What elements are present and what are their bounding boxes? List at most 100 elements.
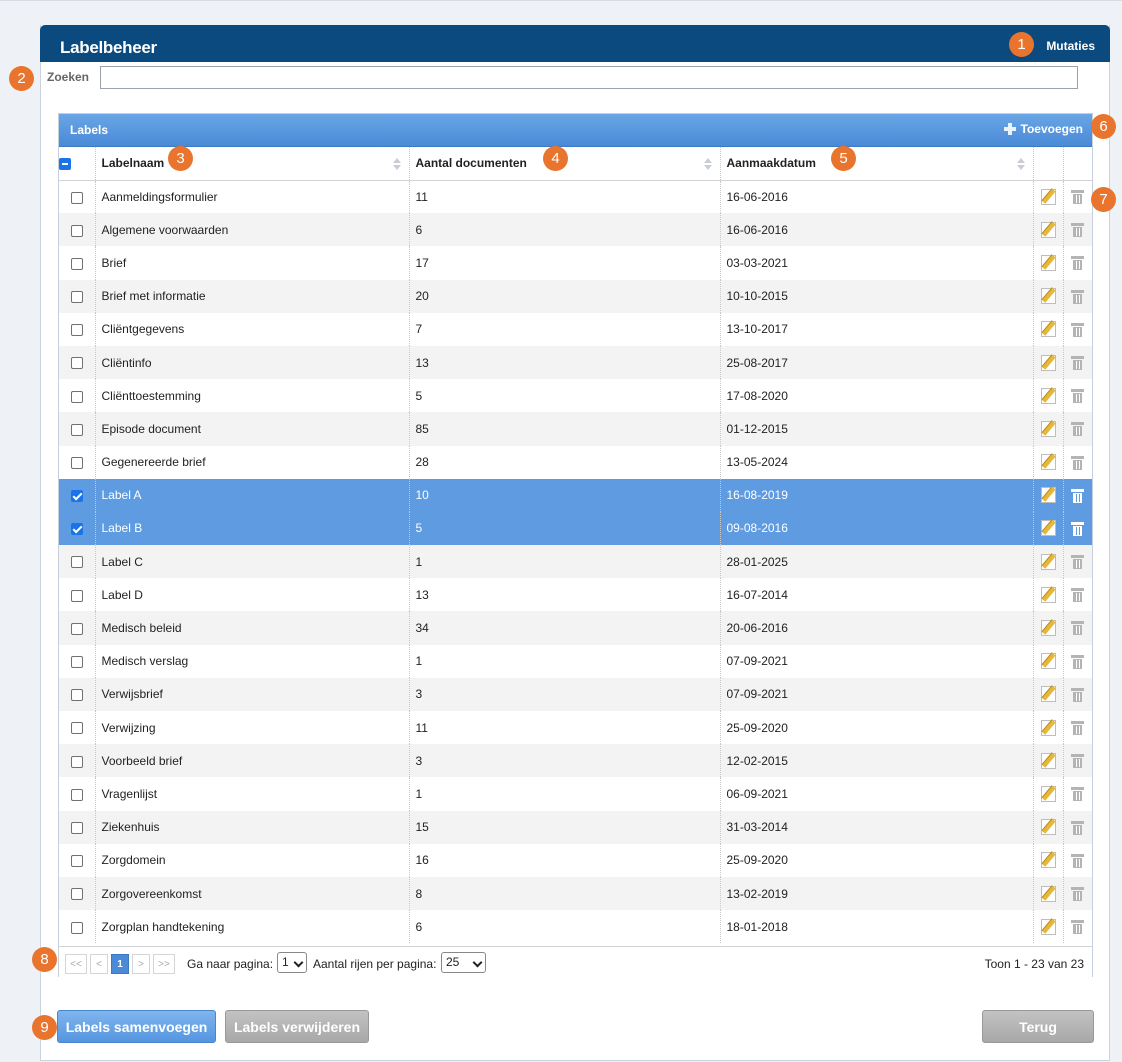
trash-icon[interactable]	[1071, 190, 1085, 205]
table-row[interactable]: Label D 13 16-07-2014	[59, 578, 1092, 612]
row-checkbox[interactable]	[70, 456, 83, 469]
edit-icon[interactable]	[1040, 288, 1056, 305]
trash-icon[interactable]	[1071, 355, 1085, 370]
edit-icon[interactable]	[1040, 586, 1056, 603]
trash-icon[interactable]	[1071, 455, 1085, 470]
row-checkbox[interactable]	[70, 755, 83, 768]
row-checkbox[interactable]	[70, 589, 83, 602]
trash-icon[interactable]	[1071, 488, 1085, 503]
edit-icon[interactable]	[1040, 188, 1056, 205]
table-row[interactable]: Label B 5 09-08-2016	[59, 511, 1092, 546]
row-checkbox[interactable]	[70, 523, 83, 536]
row-checkbox[interactable]	[70, 324, 83, 337]
row-checkbox[interactable]	[70, 357, 83, 370]
edit-icon[interactable]	[1040, 752, 1056, 769]
table-row[interactable]: Voorbeeld brief 3 12-02-2015	[59, 744, 1092, 778]
trash-icon[interactable]	[1071, 256, 1085, 271]
edit-icon[interactable]	[1040, 254, 1056, 271]
edit-icon[interactable]	[1040, 221, 1056, 238]
table-row[interactable]: Algemene voorwaarden 6 16-06-2016	[59, 213, 1092, 247]
trash-icon[interactable]	[1071, 621, 1085, 636]
table-row[interactable]: Zorgovereenkomst 8 13-02-2019	[59, 876, 1092, 911]
edit-icon[interactable]	[1040, 520, 1056, 537]
pager-prev-button[interactable]: <	[90, 954, 108, 974]
pager-next-button[interactable]: >	[132, 954, 150, 974]
edit-icon[interactable]	[1040, 852, 1056, 869]
delete-labels-button[interactable]: Labels verwijderen	[225, 1010, 369, 1043]
table-row[interactable]: Zorgplan handtekening 6 18-01-2018	[59, 910, 1092, 944]
edit-icon[interactable]	[1040, 321, 1056, 338]
table-row[interactable]: Brief met informatie 20 10-10-2015	[59, 279, 1092, 313]
trash-icon[interactable]	[1071, 721, 1085, 735]
edit-icon[interactable]	[1040, 420, 1056, 437]
trash-icon[interactable]	[1071, 820, 1085, 835]
goto-page-select[interactable]: 1	[277, 952, 307, 973]
row-checkbox[interactable]	[70, 888, 83, 901]
row-checkbox[interactable]	[70, 656, 83, 669]
edit-icon[interactable]	[1040, 785, 1056, 802]
row-checkbox[interactable]	[70, 191, 83, 204]
edit-icon[interactable]	[1040, 918, 1056, 935]
edit-icon[interactable]	[1040, 686, 1056, 703]
table-row[interactable]: Cliënttoestemming 5 17-08-2020	[59, 379, 1092, 413]
search-input[interactable]	[100, 66, 1078, 89]
trash-icon[interactable]	[1071, 521, 1085, 536]
table-row[interactable]: Episode document 85 01-12-2015	[59, 412, 1092, 446]
table-row[interactable]: Ziekenhuis 15 31-03-2014	[59, 810, 1092, 844]
table-row[interactable]: Zorgdomein 16 25-09-2020	[59, 843, 1092, 877]
edit-icon[interactable]	[1040, 819, 1056, 836]
trash-icon[interactable]	[1071, 754, 1085, 769]
row-checkbox[interactable]	[70, 224, 83, 237]
edit-icon[interactable]	[1040, 885, 1056, 902]
merge-labels-button[interactable]: Labels samenvoegen	[57, 1010, 216, 1043]
row-checkbox[interactable]	[70, 556, 83, 569]
table-row[interactable]: Aanmeldingsformulier 11 16-06-2016	[59, 180, 1092, 214]
table-row[interactable]: Label C 1 28-01-2025	[59, 545, 1092, 579]
row-checkbox[interactable]	[70, 423, 83, 436]
trash-icon[interactable]	[1071, 787, 1085, 802]
edit-icon[interactable]	[1040, 487, 1056, 504]
edit-icon[interactable]	[1040, 387, 1056, 404]
trash-icon[interactable]	[1071, 687, 1085, 702]
add-label-button[interactable]: Toevoegen	[1003, 122, 1083, 136]
pager-last-button[interactable]: >>	[153, 954, 175, 974]
pager-current-page[interactable]: 1	[111, 954, 129, 974]
table-row[interactable]: Brief 17 03-03-2021	[59, 246, 1092, 280]
edit-icon[interactable]	[1040, 653, 1056, 670]
table-row[interactable]: Verwijsbrief 3 07-09-2021	[59, 677, 1092, 711]
table-row[interactable]: Vragenlijst 1 06-09-2021	[59, 777, 1092, 811]
row-checkbox[interactable]	[70, 788, 83, 801]
row-checkbox[interactable]	[70, 622, 83, 635]
edit-icon[interactable]	[1040, 719, 1056, 736]
row-checkbox[interactable]	[70, 821, 83, 834]
row-checkbox[interactable]	[70, 290, 83, 303]
back-button[interactable]: Terug	[982, 1010, 1094, 1043]
pager-first-button[interactable]: <<	[65, 954, 87, 974]
select-all-checkbox[interactable]	[59, 158, 71, 171]
edit-icon[interactable]	[1040, 454, 1056, 471]
table-row[interactable]: Cliëntinfo 13 25-08-2017	[59, 345, 1092, 380]
trash-icon[interactable]	[1071, 853, 1085, 868]
trash-icon[interactable]	[1071, 920, 1085, 935]
trash-icon[interactable]	[1071, 588, 1085, 603]
edit-icon[interactable]	[1040, 553, 1056, 570]
row-checkbox[interactable]	[70, 921, 83, 934]
trash-icon[interactable]	[1071, 223, 1085, 238]
trash-icon[interactable]	[1071, 555, 1085, 570]
trash-icon[interactable]	[1071, 422, 1085, 437]
table-row[interactable]: Label A 10 16-08-2019	[59, 478, 1092, 512]
trash-icon[interactable]	[1071, 654, 1085, 669]
trash-icon[interactable]	[1071, 886, 1085, 901]
row-checkbox[interactable]	[70, 490, 83, 503]
row-checkbox[interactable]	[70, 722, 83, 735]
trash-icon[interactable]	[1071, 389, 1085, 404]
table-row[interactable]: Medisch verslag 1 07-09-2021	[59, 644, 1092, 678]
trash-icon[interactable]	[1071, 289, 1085, 304]
column-header-name[interactable]: Labelnaam	[95, 147, 410, 181]
table-row[interactable]: Medisch beleid 34 20-06-2016	[59, 611, 1092, 645]
trash-icon[interactable]	[1071, 322, 1085, 337]
table-row[interactable]: Cliëntgegevens 7 13-10-2017	[59, 312, 1092, 346]
edit-icon[interactable]	[1040, 620, 1056, 637]
rows-per-page-select[interactable]: 25	[441, 952, 486, 973]
mutaties-link[interactable]: Mutaties	[1046, 39, 1095, 53]
